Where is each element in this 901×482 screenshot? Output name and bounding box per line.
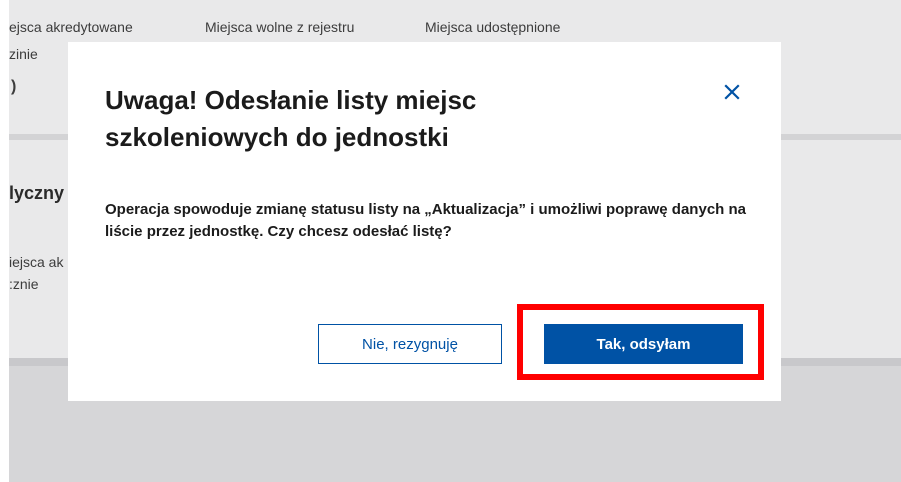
background-tab-accredited[interactable]: ejsca akredytowane bbox=[9, 19, 133, 35]
background-text: zinie bbox=[9, 46, 38, 62]
background-text: ) bbox=[11, 78, 17, 95]
background-tab-shared-places[interactable]: Miejsca udostępnione bbox=[425, 19, 560, 35]
confirm-send-button[interactable]: Tak, odsyłam bbox=[544, 324, 743, 364]
dialog-title: Uwaga! Odesłanie listy miejsc szkoleniow… bbox=[105, 85, 477, 152]
background-tab-free-places[interactable]: Miejsca wolne z rejestru bbox=[205, 19, 354, 35]
background-section-heading: lyczny bbox=[9, 183, 65, 203]
dialog-message: Operacja spowoduje zmianę statusu listy … bbox=[105, 201, 746, 240]
background-label: iejsca ak bbox=[9, 254, 64, 270]
close-icon bbox=[724, 84, 740, 100]
page: ejsca akredytowane Miejsca wolne z rejes… bbox=[0, 0, 901, 482]
confirmation-dialog: Uwaga! Odesłanie listy miejsc szkoleniow… bbox=[68, 42, 781, 401]
cancel-button[interactable]: Nie, rezygnuję bbox=[318, 324, 502, 364]
close-button[interactable] bbox=[718, 78, 746, 106]
background-left-strip bbox=[0, 0, 9, 482]
background-label: :znie bbox=[9, 276, 39, 292]
